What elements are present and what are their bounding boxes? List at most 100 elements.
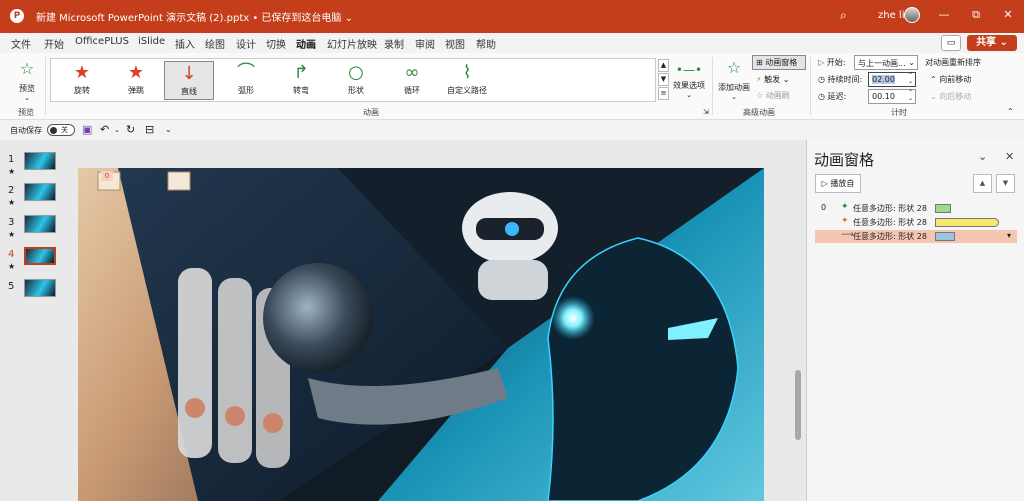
gallery-expand[interactable]: ≡: [658, 87, 669, 100]
close-button[interactable]: ✕: [998, 8, 1018, 21]
document-title[interactable]: 新建 Microsoft PowerPoint 演示文稿 (2).pptx • …: [36, 9, 353, 24]
tab-draw[interactable]: 绘图: [205, 36, 225, 51]
animation-index: 0: [821, 203, 827, 212]
animation-pane-button[interactable]: ⊞ 动画窗格: [752, 55, 806, 70]
tab-transitions[interactable]: 切换: [266, 36, 286, 51]
group-label-timing: 计时: [891, 108, 907, 117]
tab-animations[interactable]: 动画: [296, 36, 316, 55]
tab-view[interactable]: 视图: [445, 36, 465, 51]
animation-line[interactable]: ↓ 直线: [164, 61, 214, 100]
animation-list-item-selected[interactable]: ⟶ 任意多边形: 形状 28 ▾: [815, 230, 1017, 243]
minimize-button[interactable]: —: [934, 8, 954, 21]
autosave-toggle[interactable]: 关: [47, 124, 75, 136]
animation-list-item[interactable]: ✦ 任意多边形: 形状 28: [815, 216, 1017, 229]
effect-options-button[interactable]: •—• 效果选项 ⌄: [671, 59, 707, 99]
timeline-bar[interactable]: [935, 218, 999, 227]
duration-field[interactable]: 02.00 ⌃ ⌄: [868, 72, 916, 87]
slide-canvas[interactable]: 0: [78, 168, 764, 501]
move-later-button[interactable]: ⌄ 向后移动: [930, 91, 971, 102]
item-dropdown-icon[interactable]: ▾: [1007, 231, 1011, 240]
animation-bounce[interactable]: ★ 弹跳: [111, 61, 161, 100]
entrance-effect-icon: ✦: [841, 202, 849, 212]
delay-field[interactable]: 00.10 ⌃ ⌄: [868, 89, 916, 104]
animation-pane-icon: ⊞: [756, 58, 766, 67]
spin-arrows-icon[interactable]: ⌃ ⌄: [908, 73, 913, 85]
share-button[interactable]: 共享 ⌄: [967, 35, 1017, 51]
timeline-bar[interactable]: [935, 204, 951, 213]
slide-thumbnail-active[interactable]: 4 ★: [8, 247, 68, 273]
slide-artwork: [78, 168, 764, 501]
slide-preview-image: [24, 152, 56, 170]
gallery-scroll-up[interactable]: ▲: [658, 59, 669, 72]
autosave-label: 自动保存: [10, 126, 42, 135]
move-up-button[interactable]: ▲: [973, 174, 992, 193]
animation-turn[interactable]: ↱ 转弯: [276, 61, 326, 100]
user-name[interactable]: zhe li: [878, 10, 904, 21]
animation-brush-button[interactable]: ☆ 动画刷: [756, 90, 790, 101]
animation-list-item[interactable]: 0 ✦ 任意多边形: 形状 28: [815, 202, 1017, 215]
trigger-label: 触发: [764, 75, 781, 84]
tab-record[interactable]: 录制: [384, 36, 404, 51]
slide-preview-image: [24, 247, 56, 265]
redo-icon[interactable]: ↻: [126, 123, 135, 136]
spin-star-icon: ★: [73, 62, 91, 83]
vertical-scrollbar[interactable]: [795, 370, 801, 440]
avatar[interactable]: [904, 7, 920, 23]
dialog-launcher-icon[interactable]: ⇲: [703, 108, 709, 116]
animation-shape[interactable]: ○ 形状: [331, 61, 381, 100]
toggle-knob: [50, 127, 57, 134]
animation-order-tag[interactable]: 0: [101, 171, 113, 181]
tab-insert[interactable]: 插入: [175, 36, 195, 51]
start-select-value: 与上一动画...: [858, 59, 906, 68]
reorder-title: 对动画重新排序: [925, 58, 981, 67]
tab-review[interactable]: 审阅: [415, 36, 435, 51]
tab-officeplus[interactable]: OfficePLUS: [75, 36, 129, 47]
tab-design[interactable]: 设计: [236, 36, 256, 51]
customize-toolbar-icon[interactable]: ⌄: [165, 125, 172, 134]
timeline-bar[interactable]: [935, 232, 955, 241]
play-from-button[interactable]: ▷ 播放自: [815, 174, 861, 193]
tab-slideshow[interactable]: 幻灯片放映: [327, 36, 377, 51]
trigger-button[interactable]: ⚡ 触发 ⌄: [756, 74, 789, 85]
slide-thumbnail[interactable]: 1 ★: [8, 152, 68, 178]
emphasis-effect-icon: ✦: [841, 216, 849, 226]
comment-icon[interactable]: ▭: [941, 35, 961, 51]
search-icon[interactable]: ⌕: [840, 8, 847, 23]
slide-thumbnail[interactable]: 3 ★: [8, 215, 68, 241]
delay-value: 00.10: [872, 92, 895, 101]
start-label: 开始:: [826, 58, 846, 67]
tab-home[interactable]: 开始: [44, 36, 64, 51]
slide-thumbnail[interactable]: 2 ★: [8, 183, 68, 209]
slide-thumbnail[interactable]: 5: [8, 279, 68, 305]
close-icon[interactable]: ✕: [1005, 150, 1014, 163]
preview-button[interactable]: ☆ 预览 ⌄: [10, 58, 44, 102]
animation-item-label: 任意多边形: 形状 28: [853, 232, 927, 241]
undo-icon[interactable]: ↶: [100, 123, 109, 136]
effect-options-label: 效果选项: [673, 81, 705, 90]
collapse-ribbon-icon[interactable]: ⌃: [1007, 107, 1014, 116]
animation-label: 弹跳: [128, 86, 144, 95]
chevron-down-icon: ⌄: [908, 58, 915, 67]
chevron-down-icon[interactable]: ⌄: [114, 126, 120, 134]
move-earlier-button[interactable]: ⌃ 向前移动: [930, 74, 971, 85]
tab-help[interactable]: 帮助: [476, 36, 496, 51]
chevron-down-icon[interactable]: ⌄: [978, 150, 987, 163]
animation-label: 形状: [348, 86, 364, 95]
animation-loop[interactable]: ∞ 循环: [387, 61, 437, 100]
start-select[interactable]: 与上一动画... ⌄: [854, 55, 918, 70]
tab-file[interactable]: 文件: [11, 36, 31, 51]
animation-arc[interactable]: ⌒ 弧形: [221, 61, 271, 100]
chevron-down-icon: ⌄: [731, 93, 737, 101]
line-path-icon: ↓: [181, 63, 197, 84]
group-label-animation: 动画: [363, 108, 379, 117]
restore-button[interactable]: ⧉: [966, 8, 986, 22]
save-icon[interactable]: ▣: [82, 123, 92, 136]
move-down-button[interactable]: ▼: [996, 174, 1015, 193]
spin-arrows-icon[interactable]: ⌃ ⌄: [908, 90, 913, 102]
tab-islide[interactable]: iSlide: [138, 36, 165, 47]
add-animation-button[interactable]: ☆ 添加动画 ⌄: [716, 57, 752, 101]
present-icon[interactable]: ⊟: [145, 123, 154, 136]
animation-custom-path[interactable]: ⌇ 自定义路径: [441, 61, 493, 100]
animation-spin[interactable]: ★ 旋转: [57, 61, 107, 100]
gallery-scroll-down[interactable]: ▼: [658, 73, 669, 86]
